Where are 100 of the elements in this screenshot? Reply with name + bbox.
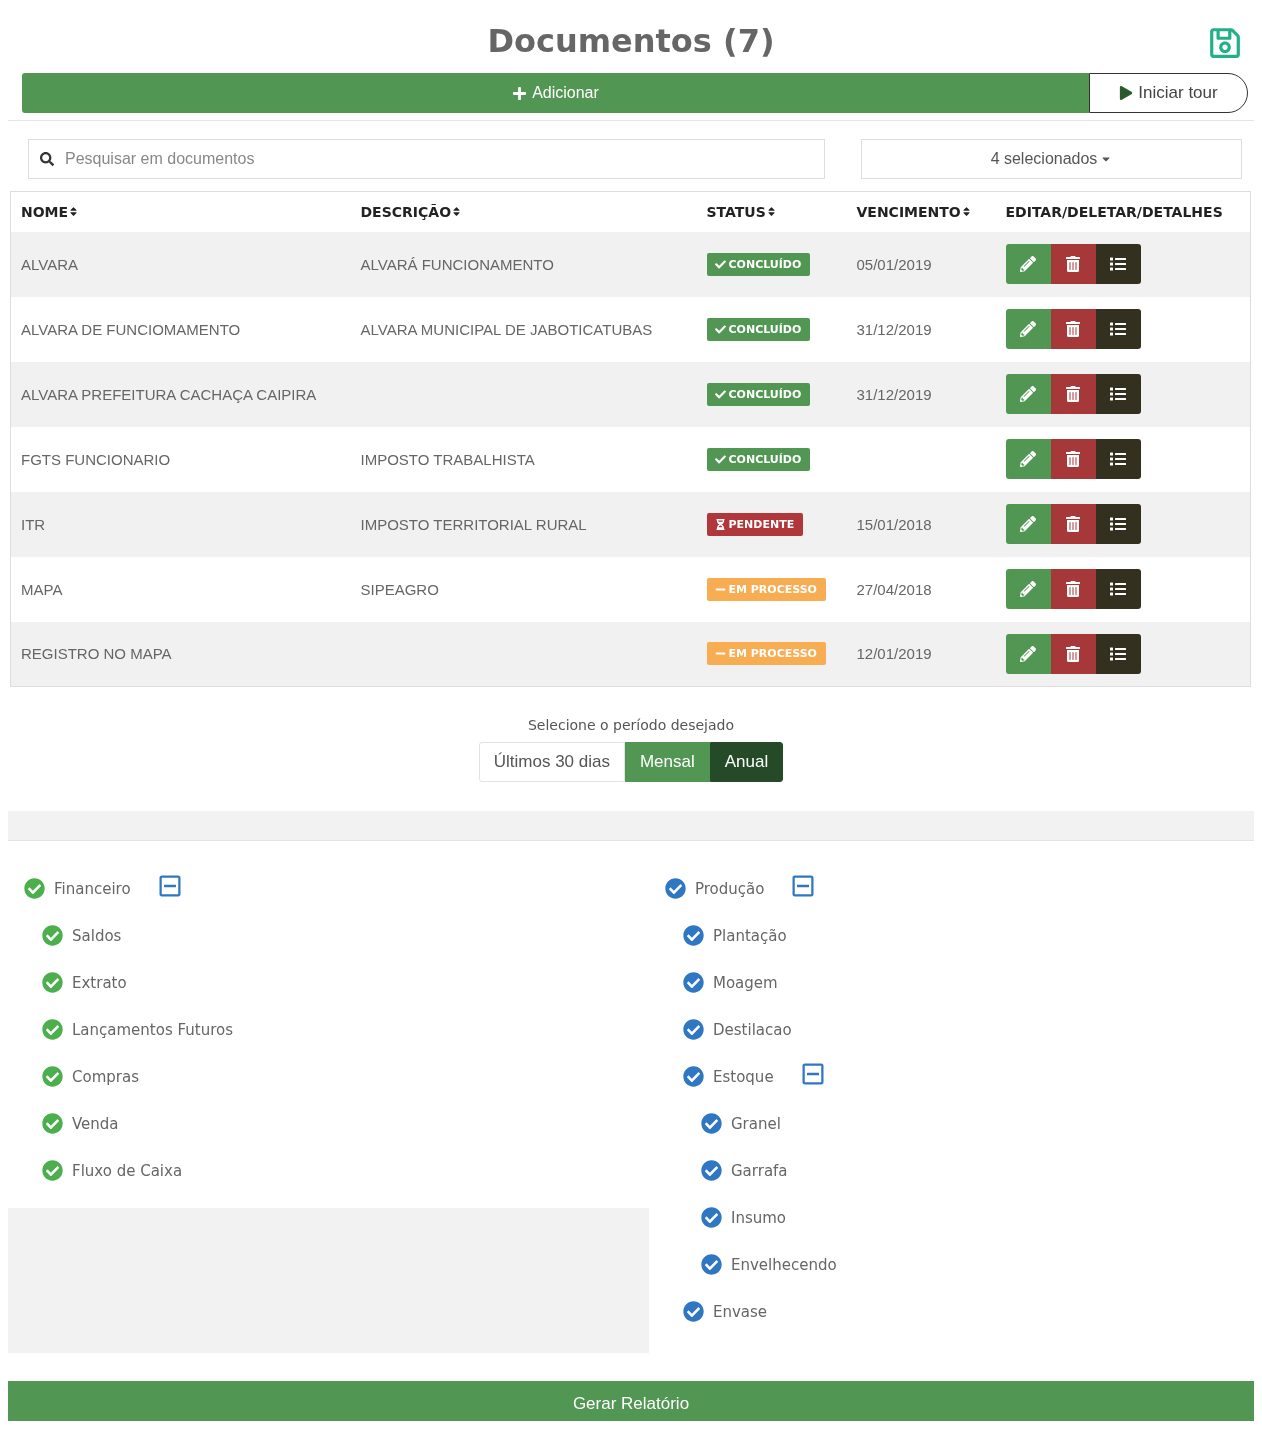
details-button[interactable] bbox=[1095, 309, 1141, 349]
delete-button[interactable] bbox=[1050, 569, 1096, 609]
page-title: Documentos (7) bbox=[487, 22, 775, 60]
details-button[interactable] bbox=[1095, 374, 1141, 414]
period-option[interactable]: Anual bbox=[709, 742, 784, 782]
check-icon bbox=[714, 453, 726, 465]
table-cell: IMPOSTO TERRITORIAL RURAL bbox=[350, 491, 697, 557]
details-button[interactable] bbox=[1095, 439, 1141, 479]
check-icon bbox=[714, 258, 726, 270]
list-icon bbox=[1110, 321, 1126, 337]
pencil-icon bbox=[1020, 256, 1036, 272]
tree-item-label: Garrafa bbox=[731, 1161, 788, 1180]
edit-button[interactable] bbox=[1005, 633, 1051, 674]
pencil-icon bbox=[1020, 386, 1036, 402]
period-label: Selecione o período desejado bbox=[527, 717, 735, 733]
status-badge: EM PROCESSO bbox=[706, 642, 826, 666]
edit-button[interactable] bbox=[1005, 244, 1051, 284]
delete-button[interactable] bbox=[1050, 633, 1096, 674]
column-header[interactable]: DESCRIÇÃO bbox=[350, 191, 697, 232]
trash-icon bbox=[1065, 451, 1081, 467]
details-button[interactable] bbox=[1095, 569, 1141, 609]
tree-item-label: Estoque bbox=[713, 1067, 774, 1086]
tree-item-label: Plantação bbox=[713, 926, 787, 945]
trash-icon bbox=[1065, 386, 1081, 402]
pencil-icon bbox=[1020, 451, 1036, 467]
edit-button[interactable] bbox=[1005, 569, 1051, 609]
add-button[interactable]: Adicionar bbox=[22, 73, 1089, 113]
tree-item-label: Extrato bbox=[72, 973, 127, 992]
collapse-icon[interactable] bbox=[157, 873, 182, 898]
save-icon[interactable] bbox=[1208, 26, 1242, 60]
pencil-icon bbox=[1020, 516, 1036, 532]
edit-button[interactable] bbox=[1005, 309, 1051, 349]
table-cell: 27/04/2018 bbox=[846, 556, 996, 622]
search-icon bbox=[40, 152, 54, 166]
tree-item-label: Insumo bbox=[731, 1208, 787, 1227]
edit-button[interactable] bbox=[1005, 504, 1051, 544]
list-icon bbox=[1110, 516, 1126, 532]
tree-item-label: Lançamentos Futuros bbox=[72, 1020, 233, 1039]
report-button[interactable]: Gerar Relatório bbox=[8, 1381, 1254, 1421]
edit-button[interactable] bbox=[1005, 374, 1051, 414]
tree-item-label: Produção bbox=[695, 879, 765, 898]
tree-item-label: Envase bbox=[713, 1302, 768, 1321]
column-header[interactable]: NOME bbox=[10, 191, 351, 232]
tree-item-label: Venda bbox=[72, 1114, 119, 1133]
table-cell: 15/01/2018 bbox=[846, 491, 996, 557]
status-dropdown[interactable]: 4 selecionados bbox=[861, 139, 1242, 179]
status-badge: PENDENTE bbox=[706, 512, 804, 536]
pencil-icon bbox=[1020, 645, 1036, 662]
table-cell: REGISTRO NO MAPA bbox=[10, 621, 351, 687]
table-cell: ITR bbox=[10, 491, 351, 557]
delete-button[interactable] bbox=[1050, 504, 1096, 544]
tour-button[interactable]: Iniciar tour bbox=[1089, 73, 1248, 113]
status-badge: EM PROCESSO bbox=[706, 577, 826, 601]
delete-button[interactable] bbox=[1050, 439, 1096, 479]
sort-icon bbox=[960, 206, 972, 218]
plus-icon bbox=[512, 85, 528, 101]
details-button[interactable] bbox=[1095, 504, 1141, 544]
check-icon bbox=[714, 323, 726, 335]
sort-icon bbox=[68, 206, 80, 218]
trash-icon bbox=[1065, 321, 1081, 337]
table-cell: SIPEAGRO bbox=[350, 556, 697, 622]
list-icon bbox=[1110, 581, 1126, 597]
search-field[interactable]: Pesquisar em documentos bbox=[28, 139, 825, 179]
edit-button[interactable] bbox=[1005, 439, 1051, 479]
check-icon bbox=[714, 388, 726, 400]
delete-button[interactable] bbox=[1050, 244, 1096, 284]
table-cell: 05/01/2019 bbox=[846, 231, 996, 297]
details-button[interactable] bbox=[1095, 244, 1141, 284]
trash-icon bbox=[1065, 645, 1081, 662]
period-option[interactable]: Últimos 30 dias bbox=[478, 742, 625, 782]
status-badge: CONCLUÍDO bbox=[706, 252, 811, 276]
sort-icon bbox=[451, 206, 463, 218]
period-option[interactable]: Mensal bbox=[624, 742, 710, 782]
pencil-icon bbox=[1020, 581, 1036, 597]
tree-item-label: Fluxo de Caixa bbox=[72, 1161, 183, 1180]
column-header[interactable]: STATUS bbox=[696, 191, 847, 232]
table-cell: ALVARA PREFEITURA CACHAÇA CAIPIRA bbox=[10, 361, 351, 427]
table-cell: 12/01/2019 bbox=[846, 621, 996, 687]
tree-item-label: Compras bbox=[72, 1067, 139, 1086]
status-badge: CONCLUÍDO bbox=[706, 317, 811, 341]
hourglass-icon bbox=[714, 518, 726, 530]
list-icon bbox=[1110, 256, 1126, 272]
play-icon bbox=[1119, 86, 1134, 100]
table-cell: ALVARA bbox=[10, 231, 351, 297]
collapse-icon[interactable] bbox=[791, 873, 816, 898]
trash-icon bbox=[1065, 581, 1081, 597]
tree-item-label: Destilacao bbox=[713, 1020, 792, 1039]
status-badge: CONCLUÍDO bbox=[706, 447, 811, 471]
details-button[interactable] bbox=[1095, 633, 1141, 674]
table-cell: 31/12/2019 bbox=[846, 361, 996, 427]
table-cell: ALVARA MUNICIPAL DE JABOTICATUBAS bbox=[350, 296, 697, 362]
collapse-icon[interactable] bbox=[800, 1061, 825, 1086]
table-cell: ALVARÁ FUNCIONAMENTO bbox=[350, 231, 697, 297]
list-icon bbox=[1110, 386, 1126, 402]
table-cell: 31/12/2019 bbox=[846, 296, 996, 362]
delete-button[interactable] bbox=[1050, 374, 1096, 414]
column-header[interactable]: VENCIMENTO bbox=[846, 191, 996, 232]
delete-button[interactable] bbox=[1050, 309, 1096, 349]
trash-icon bbox=[1065, 256, 1081, 272]
table-cell: IMPOSTO TRABALHISTA bbox=[350, 426, 697, 492]
